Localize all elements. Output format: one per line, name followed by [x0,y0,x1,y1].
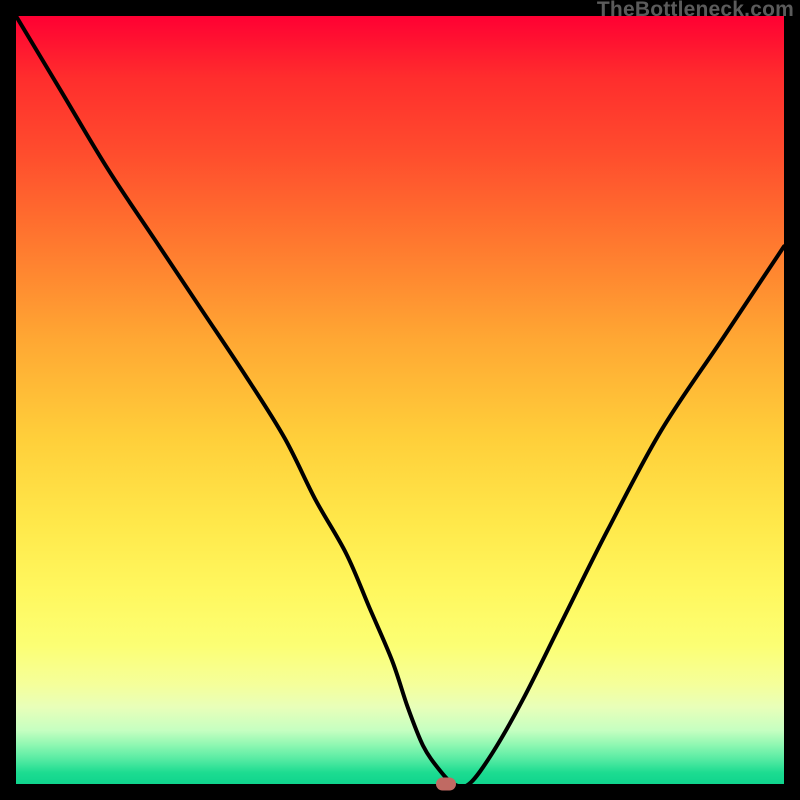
minimum-marker [436,778,456,791]
watermark-text: TheBottleneck.com [597,0,794,22]
plot-area [16,16,784,784]
bottleneck-curve-path [16,16,784,784]
chart-frame: TheBottleneck.com [0,0,800,800]
curve-svg [16,16,784,784]
